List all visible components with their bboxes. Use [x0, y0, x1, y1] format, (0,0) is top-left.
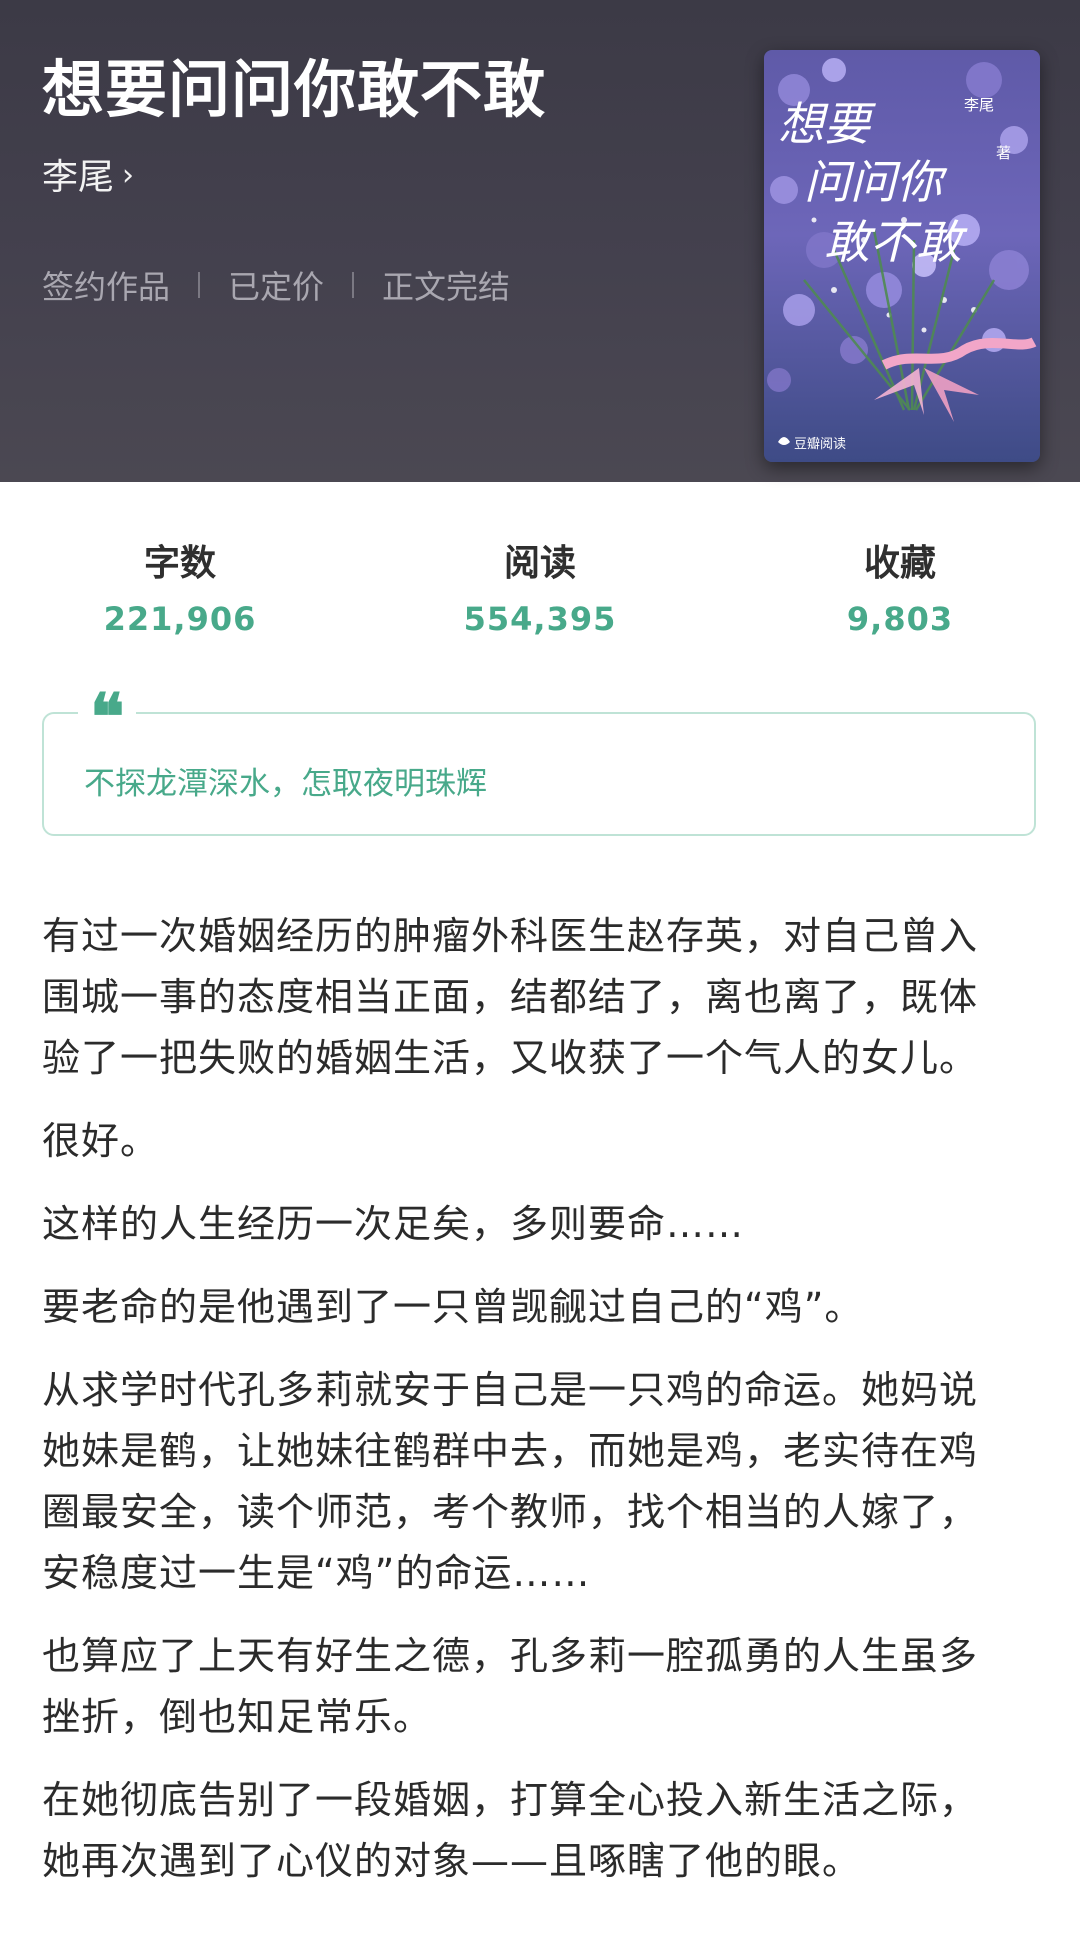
cover-title-line-1: 想要 [778, 97, 876, 151]
synopsis-paragraph: 这样的人生经历一次足矣，多则要命…… [42, 1194, 1042, 1255]
synopsis-line: 在她彻底告别了一段婚姻，打算全心投入新生活之际， [42, 1778, 979, 1822]
stat-value: 554,395 [463, 600, 617, 638]
synopsis-line: 从求学时代孔多莉就安于自己是一只鸡的命运。她妈说 [42, 1368, 979, 1412]
stat-word-count: 字数 221,906 [0, 482, 360, 682]
cover-title-line-2: 问问你 [804, 155, 948, 209]
stat-favorites: 收藏 9,803 [720, 482, 1080, 682]
author-link[interactable]: 李尾 › [42, 148, 134, 200]
synopsis-paragraph: 也算应了上天有好生之德，孔多莉一腔孤勇的人生虽多 挫折，倒也知足常乐。 [42, 1626, 1042, 1748]
synopsis: 有过一次婚姻经历的肿瘤外科医生赵存英，对自己曾入 围城一事的态度相当正面，结都结… [42, 906, 1042, 1914]
synopsis-line: 很好。 [42, 1119, 160, 1163]
cover-title-line-3: 敢不敢 [824, 215, 968, 269]
cover-author: 李尾 [964, 96, 994, 114]
stat-value: 221,906 [103, 600, 257, 638]
synopsis-line: 她再次遇到了心仪的对象——且啄瞎了他的眼。 [42, 1839, 862, 1883]
synopsis-line: 圈最安全，读个师范，考个教师，找个相当的人嫁了， [42, 1490, 979, 1534]
cover-illustration: 想要 问问你 敢不敢 李尾 著 豆瓣阅读 [764, 50, 1040, 462]
tag-divider [198, 272, 201, 298]
synopsis-line: 验了一把失败的婚姻生活，又收获了一个气人的女儿。 [42, 1036, 979, 1080]
book-cover[interactable]: 想要 问问你 敢不敢 李尾 著 豆瓣阅读 [764, 50, 1040, 462]
book-title: 想要问问你敢不敢 [42, 53, 547, 126]
book-header: 想要问问你敢不敢 李尾 › 签约作品 已定价 正文完结 想要 问问你 敢不敢 李… [0, 0, 1080, 482]
synopsis-line: 也算应了上天有好生之德，孔多莉一腔孤勇的人生虽多 [42, 1634, 979, 1678]
chevron-right-icon: › [122, 158, 135, 193]
stat-label: 阅读 [503, 543, 576, 584]
cover-author-suffix: 著 [996, 144, 1011, 162]
tag-signed: 签约作品 [42, 268, 171, 306]
tag-completed: 正文完结 [382, 268, 511, 306]
stat-label: 收藏 [863, 543, 936, 584]
author-name: 李尾 [42, 157, 115, 198]
synopsis-line: 要老命的是他遇到了一只曾觊觎过自己的“鸡”。 [42, 1285, 864, 1329]
synopsis-line: 安稳度过一生是“鸡”的命运…… [42, 1551, 591, 1595]
synopsis-paragraph: 从求学时代孔多莉就安于自己是一只鸡的命运。她妈说 她妹是鹤，让她妹往鹤群中去，而… [42, 1360, 1042, 1604]
stat-reads: 阅读 554,395 [360, 482, 720, 682]
tagline-text: 不探龙潭深水，怎取夜明珠辉 [84, 766, 487, 802]
tagline-quote-box: ❝ 不探龙潭深水，怎取夜明珠辉 [42, 686, 1036, 836]
cover-publisher: 豆瓣阅读 [794, 437, 846, 452]
synopsis-paragraph: 有过一次婚姻经历的肿瘤外科医生赵存英，对自己曾入 围城一事的态度相当正面，结都结… [42, 906, 1042, 1089]
synopsis-paragraph: 很好。 [42, 1111, 1042, 1172]
synopsis-paragraph: 要老命的是他遇到了一只曾觊觎过自己的“鸡”。 [42, 1277, 1042, 1338]
stat-value: 9,803 [846, 600, 954, 638]
tag-priced: 已定价 [228, 268, 325, 306]
tag-divider [352, 272, 355, 298]
quote-mark-icon: ❝ [78, 686, 137, 750]
synopsis-line: 这样的人生经历一次足矣，多则要命…… [42, 1202, 745, 1246]
stat-label: 字数 [143, 543, 216, 584]
synopsis-line: 她妹是鹤，让她妹往鹤群中去，而她是鸡，老实待在鸡 [42, 1429, 979, 1473]
synopsis-paragraph: 在她彻底告别了一段婚姻，打算全心投入新生活之际， 她再次遇到了心仪的对象——且啄… [42, 1770, 1042, 1892]
synopsis-line: 有过一次婚姻经历的肿瘤外科医生赵存英，对自己曾入 [42, 914, 979, 958]
book-tags: 签约作品 已定价 正文完结 [42, 262, 510, 308]
synopsis-line: 围城一事的态度相当正面，结都结了，离也离了，既体 [42, 975, 979, 1019]
book-stats: 字数 221,906 阅读 554,395 收藏 9,803 [0, 482, 1080, 682]
synopsis-line: 挫折，倒也知足常乐。 [42, 1695, 433, 1739]
